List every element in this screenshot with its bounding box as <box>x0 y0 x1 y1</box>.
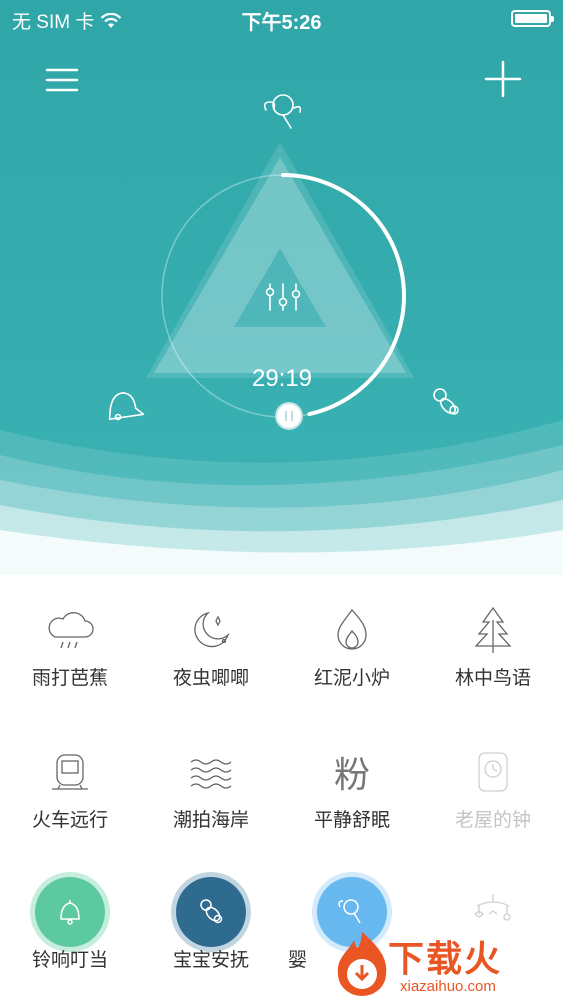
rattle-top-icon <box>263 94 302 129</box>
rattle-icon <box>338 899 361 924</box>
sound-label: 林中鸟语 <box>454 668 531 689</box>
clock-icon <box>478 752 508 792</box>
sound-label: 雨打芭蕉 <box>31 668 108 689</box>
sound-tile-night-insects[interactable]: 夜虫唧唧 <box>141 575 281 705</box>
sound-tile-rain[interactable]: 雨打芭蕉 <box>0 575 140 705</box>
fen-glyph-icon: 粉 <box>333 755 370 796</box>
sound-tile-bell[interactable]: 铃响叮当 <box>0 857 140 987</box>
sound-tile-old-clock[interactable]: 老屋的钟 <box>423 717 563 847</box>
battery-icon <box>511 10 554 27</box>
sound-label: 铃响叮当 <box>31 950 108 971</box>
waves-icon <box>190 759 232 789</box>
rain-cloud-icon <box>48 612 94 649</box>
pine-tree-icon <box>474 606 512 653</box>
status-bar: 无 SIM 卡 下午5:26 <box>0 0 563 36</box>
status-time: 下午5:26 <box>241 12 322 34</box>
sound-tile-forest-birds[interactable]: 林中鸟语 <box>423 575 563 705</box>
sound-label: 宝宝安抚 <box>172 950 249 971</box>
watermark: 下载火 xiazaihuo.com <box>330 928 563 1000</box>
watermark-url: xiazaihuo.com <box>400 978 496 995</box>
sound-tile-calm-sleep[interactable]: 粉 平静舒眠 <box>282 717 422 847</box>
train-icon <box>52 754 88 790</box>
sound-tile-stove[interactable]: 红泥小炉 <box>282 575 422 705</box>
sound-tile-baby-soothe[interactable]: 宝宝安抚 <box>141 857 281 987</box>
sound-label: 红泥小炉 <box>313 668 390 689</box>
wave-decoration <box>0 420 563 575</box>
sound-label: 潮拍海岸 <box>172 810 249 831</box>
flame-logo-icon <box>337 932 387 996</box>
moon-stars-icon <box>194 611 230 648</box>
sound-label: 火车远行 <box>31 810 108 831</box>
watermark-title: 下载火 <box>388 939 503 980</box>
flame-icon <box>337 608 367 650</box>
pacifier-icon <box>200 899 223 924</box>
sound-tile-train[interactable]: 火车远行 <box>0 717 140 847</box>
crib-mobile-icon <box>473 894 511 921</box>
sound-label: 夜虫唧唧 <box>172 668 249 689</box>
bell-icon <box>60 900 80 925</box>
sound-tile-sea-waves[interactable]: 潮拍海岸 <box>141 717 281 847</box>
sound-label: 老屋的钟 <box>454 810 531 831</box>
player-hero: 无 SIM 卡 下午5:26 29:19 <box>0 0 563 575</box>
sound-label: 平静舒眠 <box>313 810 390 831</box>
